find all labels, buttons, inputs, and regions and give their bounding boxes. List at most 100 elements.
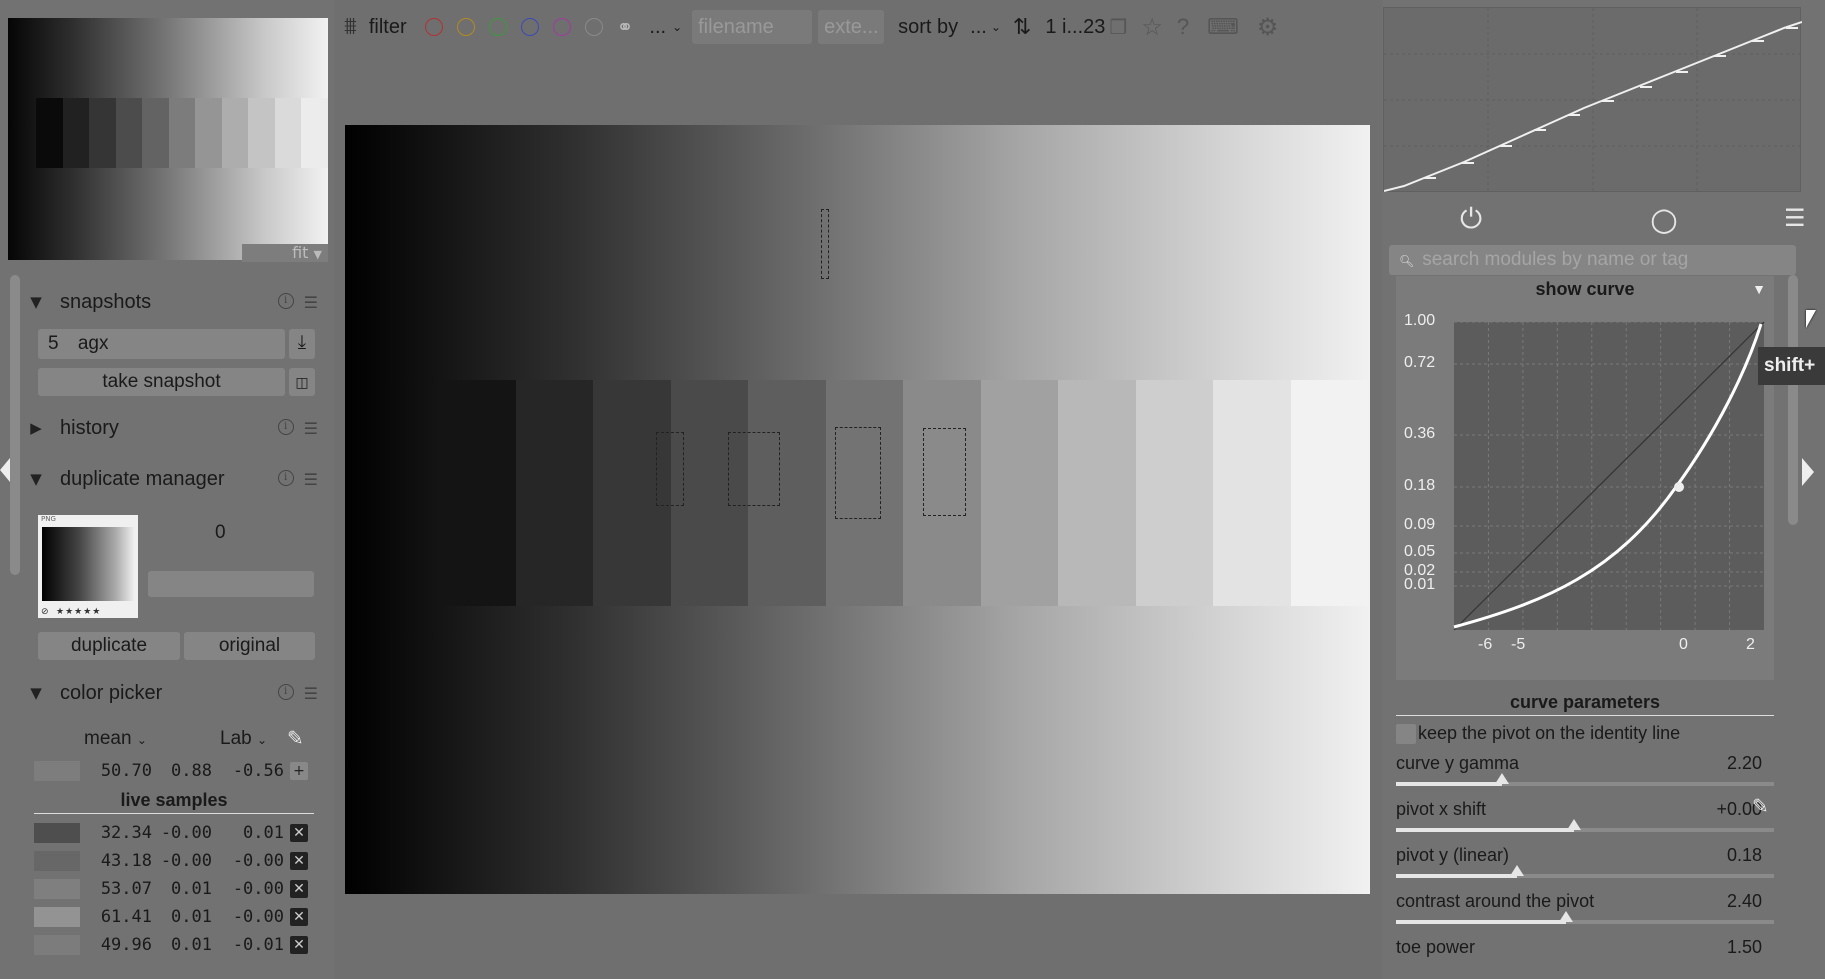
param-value[interactable]: 2.20: [1700, 753, 1762, 774]
ellipsis-dropdown[interactable]: ...: [649, 16, 666, 39]
chevron-down-icon[interactable]: ⌄: [991, 20, 1001, 34]
sample-swatch[interactable]: [34, 935, 80, 955]
color-filter-0-icon[interactable]: [424, 18, 443, 36]
sample-area-box[interactable]: [835, 427, 881, 519]
left-scrollbar[interactable]: [10, 275, 20, 575]
expanded-arrow-icon[interactable]: ▼: [24, 684, 48, 702]
slider-knob[interactable]: [1494, 773, 1509, 784]
color-filter-5-icon[interactable]: [584, 18, 603, 36]
show-curve-header[interactable]: show curve ▼: [1396, 276, 1774, 304]
left-panel: fit ▼ ▼ snapshots i ☰ 5 agx ⤓ take snaps…: [0, 0, 334, 979]
filter-icon[interactable]: ⩩: [344, 13, 357, 41]
remove-sample-icon[interactable]: ✕: [290, 936, 308, 954]
sample-swatch[interactable]: [34, 851, 80, 871]
triangle-down-icon[interactable]: ▼: [1752, 276, 1766, 302]
param-slider[interactable]: [1396, 865, 1774, 878]
info-icon[interactable]: i: [277, 418, 294, 435]
color-filter-2-icon[interactable]: [488, 18, 507, 36]
center-image[interactable]: [345, 125, 1370, 894]
remove-sample-icon[interactable]: ✕: [290, 824, 308, 842]
menu-icon[interactable]: ☰: [304, 419, 318, 438]
overlap-circles-icon[interactable]: ⚭: [617, 15, 634, 40]
original-button[interactable]: original: [184, 632, 315, 660]
expanded-arrow-icon[interactable]: ▼: [24, 470, 48, 488]
module-header-color-picker[interactable]: ▼ color picker i ☰: [24, 671, 328, 715]
current-swatch[interactable]: [34, 761, 80, 781]
reject-icon[interactable]: ⊘: [41, 607, 49, 617]
sample-area-box[interactable]: [923, 428, 966, 516]
snapshot-name-field[interactable]: 5 agx: [38, 329, 285, 359]
keep-pivot-checkbox[interactable]: [1396, 724, 1416, 744]
sample-swatch[interactable]: [34, 879, 80, 899]
menu-icon[interactable]: ☰: [304, 684, 318, 703]
collapsed-arrow-icon[interactable]: ▶: [24, 419, 48, 437]
thumb-stars[interactable]: ★★★★★: [56, 607, 101, 617]
help-icon[interactable]: ?: [1177, 14, 1189, 40]
nav-gray-patch: [115, 98, 143, 168]
param-slider[interactable]: [1396, 773, 1774, 786]
remove-sample-icon[interactable]: ✕: [290, 880, 308, 898]
right-panel-toggle-icon[interactable]: [1802, 458, 1814, 486]
compare-snapshot-icon[interactable]: ◫: [289, 368, 315, 396]
color-space-dropdown[interactable]: Lab ⌄: [220, 728, 267, 750]
filename-input[interactable]: filename: [692, 10, 813, 44]
extension-input[interactable]: exte...: [818, 10, 885, 44]
slider-knob[interactable]: [1559, 911, 1574, 922]
menu-icon[interactable]: ☰: [304, 293, 318, 312]
download-icon[interactable]: ⤓: [289, 329, 315, 359]
duplicate-button[interactable]: duplicate: [38, 632, 180, 660]
circle-icon[interactable]: ○: [1650, 200, 1678, 238]
param-value[interactable]: 0.18: [1700, 845, 1762, 866]
color-filter-3-icon[interactable]: [520, 18, 539, 36]
power-icon[interactable]: ⏻: [1460, 202, 1482, 236]
color-filter-1-icon[interactable]: [456, 18, 475, 36]
y-tick: 0.09: [1404, 516, 1436, 533]
module-title: snapshots: [60, 290, 152, 313]
expanded-arrow-icon[interactable]: ▼: [24, 293, 48, 311]
grouping-icon[interactable]: ❐: [1109, 15, 1127, 40]
param-value[interactable]: 1.50: [1700, 937, 1762, 958]
search-modules-input[interactable]: 🔍︎ search modules by name or tag: [1389, 245, 1796, 275]
module-header-snapshots[interactable]: ▼ snapshots i ☰: [24, 280, 328, 324]
param-slider[interactable]: [1396, 911, 1774, 924]
sample-area-box[interactable]: [821, 209, 829, 279]
sort-order-icon[interactable]: ⇅: [1013, 14, 1031, 40]
color-filter-4-icon[interactable]: [552, 18, 571, 36]
zoom-dropdown[interactable]: fit ▼: [242, 244, 328, 262]
statistic-dropdown[interactable]: mean ⌄: [84, 728, 147, 750]
menu-icon[interactable]: ☰: [304, 470, 318, 489]
module-header-history[interactable]: ▶ history i ☰: [24, 406, 328, 450]
menu-icon[interactable]: ☰: [1784, 204, 1806, 232]
module-header-duplicate-manager[interactable]: ▼ duplicate manager i ☰: [24, 457, 328, 501]
slider-knob[interactable]: [1566, 819, 1581, 830]
slider-knob[interactable]: [1509, 865, 1524, 876]
param-value[interactable]: 2.40: [1700, 891, 1762, 912]
take-snapshot-button[interactable]: take snapshot: [38, 368, 285, 396]
pivot-point[interactable]: [1674, 482, 1684, 492]
remove-sample-icon[interactable]: ✕: [290, 908, 308, 926]
sample-area-box[interactable]: [728, 432, 780, 506]
param-slider[interactable]: [1396, 819, 1774, 832]
sample-area-box[interactable]: [656, 432, 684, 506]
sample-swatch[interactable]: [34, 907, 80, 927]
sample-swatch[interactable]: [34, 823, 80, 843]
navigation-preview[interactable]: fit ▼: [8, 18, 329, 262]
info-icon[interactable]: i: [277, 292, 294, 309]
remove-sample-icon[interactable]: ✕: [290, 852, 308, 870]
right-scrollbar[interactable]: [1788, 275, 1798, 525]
duplicate-thumbnail[interactable]: PNG ★★★★★ ⊘: [38, 515, 138, 618]
star-icon[interactable]: ☆: [1141, 13, 1163, 42]
eyedropper-icon[interactable]: ✎: [1752, 794, 1769, 818]
chevron-down-icon[interactable]: ⌄: [672, 20, 682, 34]
version-name-field[interactable]: [148, 571, 314, 597]
eyedropper-icon[interactable]: ✎: [287, 726, 304, 750]
histogram[interactable]: [1383, 7, 1803, 193]
sort-dropdown[interactable]: ...: [970, 16, 987, 39]
info-icon[interactable]: i: [277, 469, 294, 486]
gear-icon[interactable]: ⚙: [1257, 13, 1279, 42]
curve-graph-area[interactable]: 1.00 0.72 0.36 0.18 0.09 0.05 0.02 0.01 -6 -5 0 2: [1396, 302, 1774, 680]
add-sample-icon[interactable]: +: [290, 762, 308, 780]
keyboard-icon[interactable]: ⌨: [1207, 14, 1239, 40]
left-panel-toggle-icon[interactable]: [0, 458, 10, 482]
info-icon[interactable]: i: [277, 683, 294, 700]
